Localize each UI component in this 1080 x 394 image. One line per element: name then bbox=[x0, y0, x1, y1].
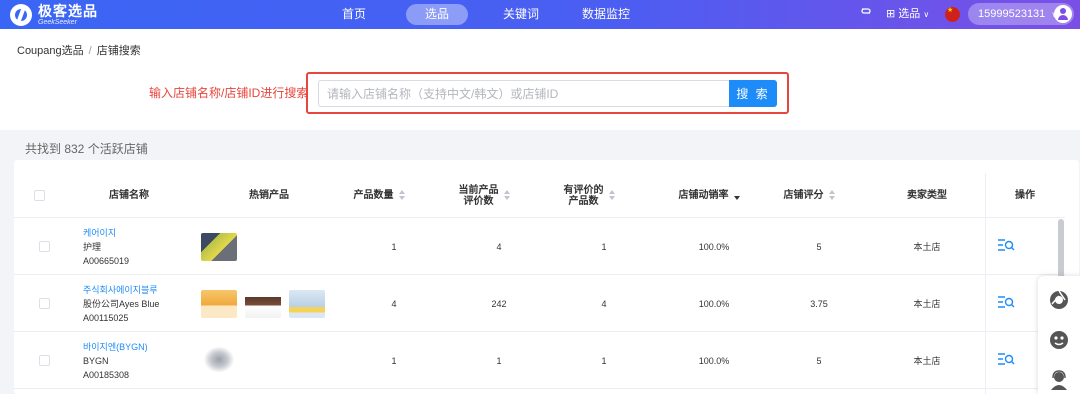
view-detail-icon[interactable] bbox=[997, 238, 1015, 252]
store-name-link[interactable]: 케어이지 bbox=[83, 226, 129, 240]
user-phone: 15999523131 bbox=[978, 8, 1046, 20]
sort-icon bbox=[828, 190, 835, 201]
sort-icon bbox=[608, 190, 615, 201]
review-count: 4 bbox=[496, 241, 502, 252]
sort-icon bbox=[503, 190, 510, 201]
review-count: 242 bbox=[491, 298, 507, 309]
nav-data-monitor[interactable]: 数据监控 bbox=[576, 4, 636, 25]
sort-icon bbox=[398, 190, 405, 201]
col-store-score[interactable]: 店铺评分 bbox=[769, 173, 849, 218]
product-count: 1 bbox=[391, 241, 397, 252]
module-switcher[interactable]: ⊞ 选品 ∨ bbox=[886, 0, 929, 29]
breadcrumb-separator: / bbox=[88, 45, 92, 57]
review-count: 1 bbox=[496, 355, 502, 366]
store-search-input[interactable] bbox=[318, 80, 732, 107]
floating-toolbar bbox=[1038, 276, 1080, 394]
seller-type: 本土店 bbox=[913, 299, 941, 309]
store-id: A00115025 bbox=[83, 313, 129, 323]
nav-product-selection[interactable]: 选品 bbox=[406, 4, 468, 25]
store-category: 护理 bbox=[83, 242, 102, 252]
top-nav-bar: 极客选品 GeekSeeker 首页 选品 关键词 数据监控 ⊞ 选品 ∨ 15… bbox=[0, 0, 1080, 29]
product-thumbnail[interactable] bbox=[245, 289, 281, 318]
store-score: 5 bbox=[816, 241, 822, 252]
table-row: 케어이지 护理 A00665019 1 4 1 100.0% 5 本土店 bbox=[14, 218, 1065, 275]
reviewed-products: 1 bbox=[601, 355, 607, 366]
sell-rate: 100.0% bbox=[698, 355, 730, 366]
product-thumbnail[interactable] bbox=[289, 289, 325, 318]
result-count: 共找到 832 个活跃店铺 bbox=[25, 142, 148, 156]
col-product-count[interactable]: 产品数量 bbox=[334, 173, 424, 218]
row-checkbox[interactable] bbox=[39, 241, 50, 252]
brand-logo[interactable]: 极客选品 GeekSeeker bbox=[10, 2, 98, 27]
select-all-checkbox[interactable] bbox=[34, 190, 45, 201]
product-count: 4 bbox=[391, 298, 397, 309]
table-row: 바이지엔(BYGN) BYGN A00185308 1 1 1 100.0% 5… bbox=[14, 332, 1065, 389]
sell-rate: 100.0% bbox=[698, 241, 730, 252]
search-panel: Coupang选品 / 店铺搜索 输入店铺名称/店铺ID进行搜索 搜 索 bbox=[0, 29, 1080, 130]
product-thumbnail[interactable] bbox=[201, 289, 237, 318]
view-detail-icon[interactable] bbox=[997, 295, 1015, 309]
feedback-icon[interactable] bbox=[1049, 330, 1069, 350]
brand-name-en: GeekSeeker bbox=[38, 18, 77, 26]
store-info: 케어이지 护理 A00665019 bbox=[83, 226, 129, 268]
hot-products bbox=[201, 332, 237, 389]
col-reviewed-products[interactable]: 有评价的 产品数 bbox=[549, 173, 629, 218]
customer-service-icon[interactable] bbox=[1049, 370, 1069, 390]
breadcrumb: Coupang选品 / 店铺搜索 bbox=[17, 42, 141, 58]
col-review-count[interactable]: 当前产品 评价数 bbox=[439, 173, 529, 218]
user-menu[interactable]: 15999523131 ∨ bbox=[968, 3, 1074, 25]
row-checkbox[interactable] bbox=[39, 355, 50, 366]
store-id: A00185308 bbox=[83, 370, 130, 380]
product-thumbnail[interactable] bbox=[201, 346, 237, 375]
avatar[interactable] bbox=[1054, 5, 1072, 23]
sort-desc-icon bbox=[733, 190, 740, 201]
store-category: BYGN bbox=[83, 356, 109, 366]
breadcrumb-root[interactable]: Coupang选品 bbox=[17, 45, 84, 57]
sell-rate: 100.0% bbox=[698, 298, 730, 309]
row-checkbox[interactable] bbox=[39, 298, 50, 309]
nav-home[interactable]: 首页 bbox=[332, 4, 376, 25]
seller-type: 本土店 bbox=[913, 242, 941, 252]
search-button[interactable]: 搜 索 bbox=[729, 80, 777, 107]
table-header: 店铺名称 热销产品 产品数量 当前产品 评价数 有评价的 产品数 店铺动销率 店铺评… bbox=[14, 173, 1065, 218]
link-icon[interactable] bbox=[860, 0, 872, 29]
col-seller-type: 卖家类型 bbox=[907, 190, 947, 201]
store-id: A00665019 bbox=[83, 256, 130, 266]
search-hint-label: 输入店铺名称/店铺ID进行搜索 bbox=[149, 86, 309, 100]
table-row: 주식회사에이지블루 股份公司Ayes Blue A00115025 4 242 … bbox=[14, 275, 1065, 332]
view-detail-icon[interactable] bbox=[997, 352, 1015, 366]
seller-type: 本土店 bbox=[913, 356, 941, 366]
store-category: 股份公司Ayes Blue bbox=[83, 299, 160, 309]
store-score: 5 bbox=[816, 355, 822, 366]
store-name-link[interactable]: 바이지엔(BYGN) bbox=[83, 340, 148, 354]
grid-icon: ⊞ bbox=[886, 8, 896, 20]
store-info: 바이지엔(BYGN) BYGN A00185308 bbox=[83, 340, 148, 382]
product-count: 1 bbox=[391, 355, 397, 366]
col-store-name: 店铺名称 bbox=[109, 190, 149, 201]
logo-icon bbox=[10, 3, 32, 26]
module-label: 选品 bbox=[898, 8, 921, 20]
hot-products bbox=[201, 218, 237, 275]
store-info: 주식회사에이지블루 股份公司Ayes Blue A00115025 bbox=[83, 283, 159, 325]
store-name-link[interactable]: 주식회사에이지블루 bbox=[83, 283, 159, 297]
chevron-down-icon: ∨ bbox=[923, 10, 930, 19]
store-score: 3.75 bbox=[810, 298, 828, 309]
china-flag-icon[interactable] bbox=[945, 7, 960, 22]
reviewed-products: 1 bbox=[601, 241, 607, 252]
nav-keywords[interactable]: 关键词 bbox=[496, 4, 546, 25]
hot-products bbox=[201, 275, 325, 332]
brand-name: 极客选品 bbox=[38, 2, 98, 19]
breadcrumb-current: 店铺搜索 bbox=[96, 45, 141, 57]
reviewed-products: 4 bbox=[601, 298, 607, 309]
search-highlight-frame: 搜 索 bbox=[306, 72, 789, 114]
col-hot-products: 热销产品 bbox=[249, 190, 289, 201]
product-thumbnail[interactable] bbox=[201, 232, 237, 261]
chrome-extension-icon[interactable] bbox=[1049, 290, 1069, 310]
col-sell-rate[interactable]: 店铺动销率 bbox=[659, 173, 759, 218]
